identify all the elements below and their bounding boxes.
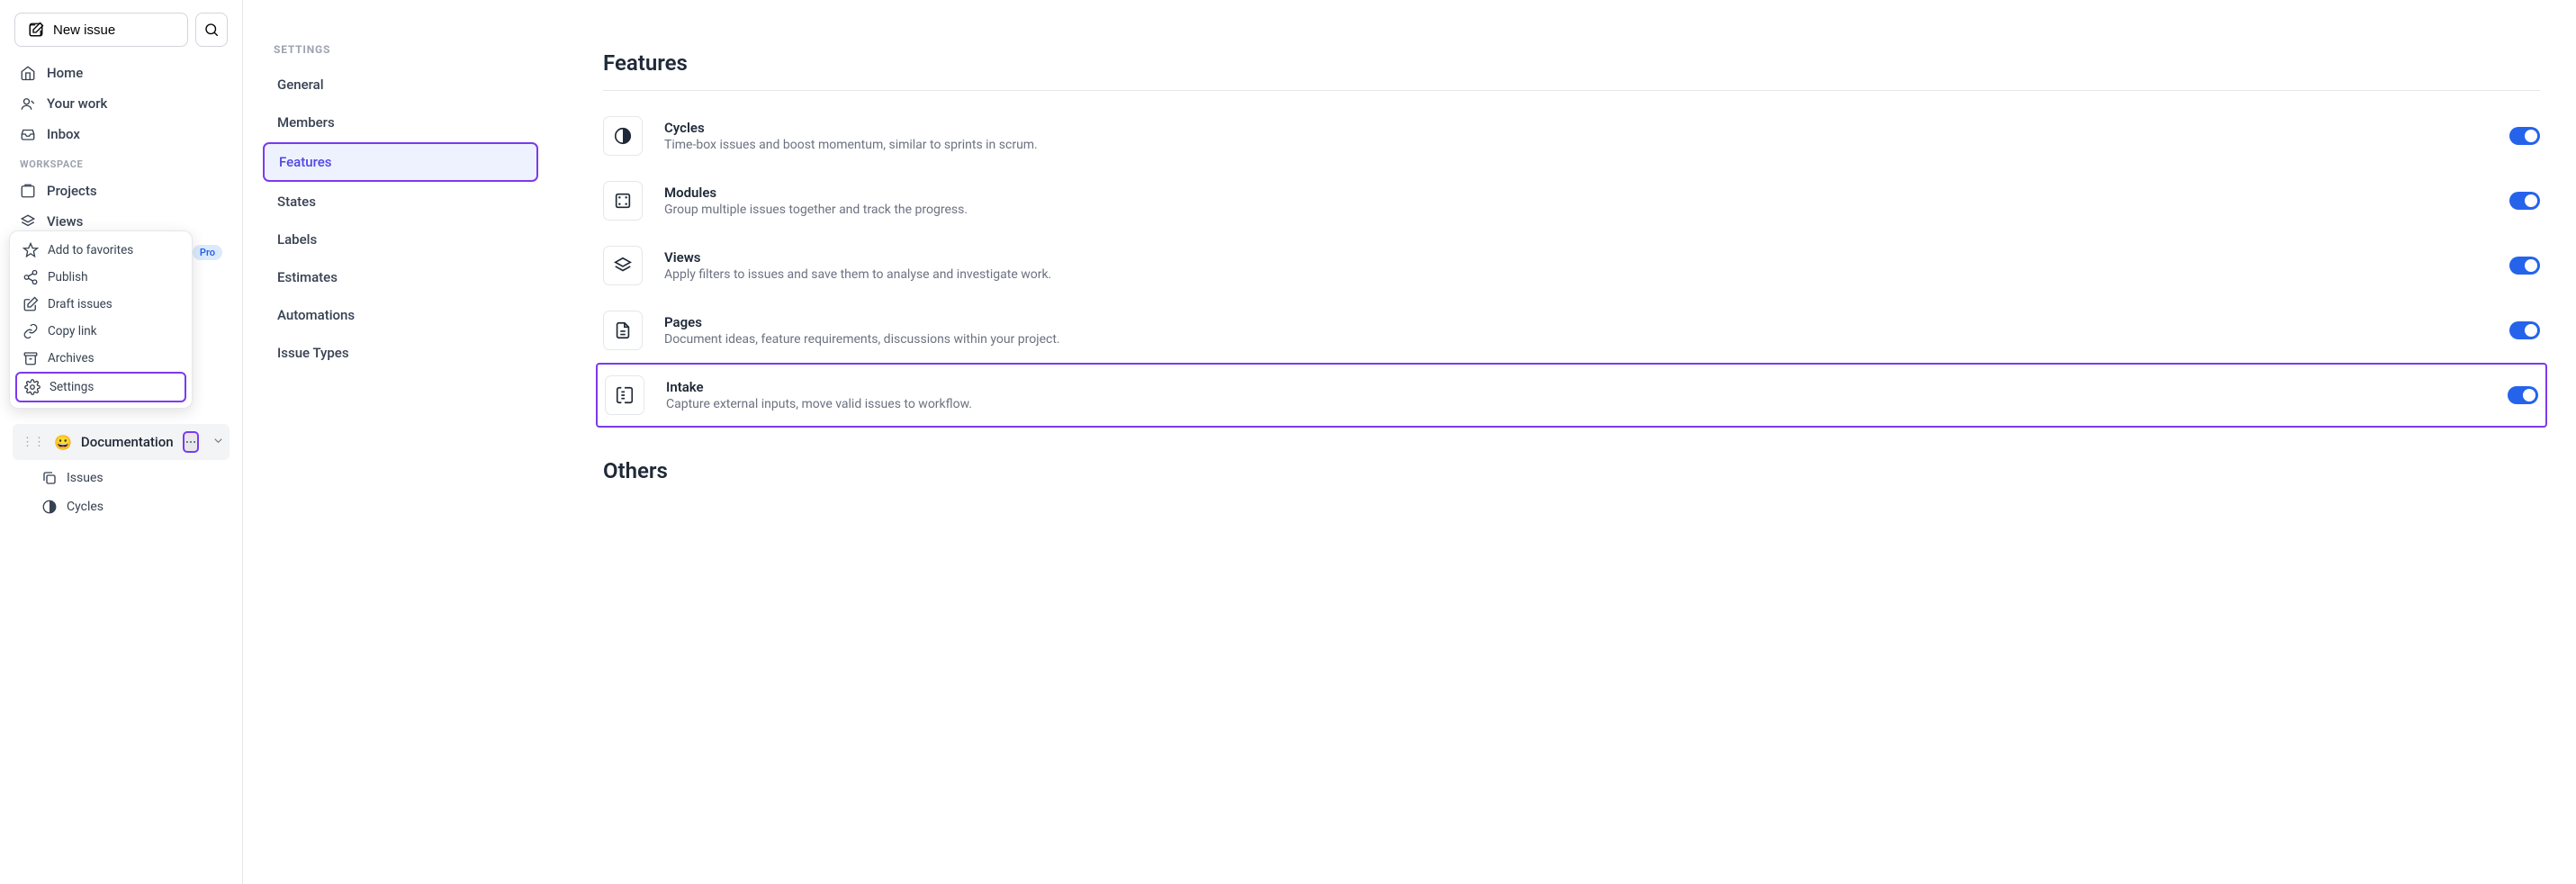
new-issue-button[interactable]: New issue (14, 13, 188, 47)
settings-general[interactable]: General (263, 67, 538, 103)
toggle-cycles[interactable] (2509, 127, 2540, 145)
feature-row-intake: Intake Capture external inputs, move val… (596, 363, 2547, 428)
toggle-views[interactable] (2509, 257, 2540, 275)
feature-description: Capture external inputs, move valid issu… (666, 397, 2486, 411)
your-work-icon (20, 95, 36, 112)
context-settings[interactable]: Settings (15, 372, 186, 402)
context-archives[interactable]: Archives (15, 345, 186, 372)
nav-home-label: Home (47, 65, 83, 81)
context-publish-label: Publish (48, 270, 88, 284)
feature-description: Time-box issues and boost momentum, simi… (664, 138, 2488, 152)
feature-title: Modules (664, 185, 2488, 201)
layers-icon (613, 256, 633, 275)
contrast-icon (613, 126, 633, 146)
nav-inbox-label: Inbox (47, 126, 80, 142)
feature-description: Document ideas, feature requirements, di… (664, 332, 2488, 347)
toggle-pages[interactable] (2509, 321, 2540, 339)
context-settings-label: Settings (50, 380, 94, 394)
project-documentation[interactable]: ⋮⋮ 😀 Documentation (13, 424, 230, 460)
others-section-title: Others (603, 458, 2540, 498)
feature-description: Apply filters to issues and save them to… (664, 267, 2488, 282)
gear-icon (24, 379, 41, 395)
feature-title: Views (664, 249, 2488, 266)
context-copy-link[interactable]: Copy link (15, 318, 186, 345)
context-publish[interactable]: Publish (15, 264, 186, 291)
dice-icon (613, 191, 633, 211)
project-sub-cycles[interactable]: Cycles (9, 492, 233, 521)
projects-icon (20, 183, 36, 199)
feature-title: Cycles (664, 120, 2488, 136)
search-button[interactable] (195, 13, 228, 47)
feature-icon-pages (603, 311, 643, 350)
settings-members[interactable]: Members (263, 104, 538, 140)
settings-heading: SETTINGS (263, 43, 538, 67)
more-horizontal-icon (185, 436, 197, 448)
feature-title: Pages (664, 314, 2488, 330)
project-name-label: Documentation (81, 434, 174, 450)
link-icon (23, 323, 39, 339)
feature-title: Intake (666, 379, 2486, 395)
nav-views-label: Views (47, 213, 83, 230)
feature-description: Group multiple issues together and track… (664, 203, 2488, 217)
project-expand-toggle[interactable] (212, 434, 225, 451)
chevron-down-icon (212, 434, 225, 447)
project-more-button[interactable] (183, 431, 199, 453)
project-sub-issues-label: Issues (67, 471, 104, 485)
settings-labels[interactable]: Labels (263, 221, 538, 257)
drag-handle-icon[interactable]: ⋮⋮ (22, 436, 45, 449)
star-icon (23, 242, 39, 258)
file-text-icon (613, 320, 633, 340)
edit-square-icon (28, 22, 44, 38)
feature-row-cycles: Cycles Time-box issues and boost momentu… (603, 104, 2540, 168)
toggle-modules[interactable] (2509, 192, 2540, 210)
context-menu: Add to favorites Publish Draft issues Co… (9, 230, 193, 409)
feature-row-modules: Modules Group multiple issues together a… (603, 168, 2540, 233)
feature-icon-modules (603, 181, 643, 221)
pro-badge: Pro (193, 245, 222, 260)
project-sub-cycles-label: Cycles (67, 500, 104, 514)
views-icon (20, 213, 36, 230)
edit-icon (23, 296, 39, 312)
toggle-intake[interactable] (2508, 386, 2538, 404)
inbox-icon (20, 126, 36, 142)
home-icon (20, 65, 36, 81)
copy-stack-icon (41, 470, 58, 486)
contrast-icon (41, 499, 58, 515)
page-title: Features (603, 50, 2540, 91)
settings-estimates[interactable]: Estimates (263, 259, 538, 295)
nav-inbox[interactable]: Inbox (9, 119, 233, 149)
intake-icon (615, 385, 635, 405)
settings-issue-types[interactable]: Issue Types (263, 335, 538, 371)
context-draft-label: Draft issues (48, 297, 113, 311)
search-icon (203, 22, 220, 38)
context-add-favorites[interactable]: Add to favorites (15, 237, 186, 264)
nav-projects[interactable]: Projects (9, 176, 233, 206)
nav-projects-label: Projects (47, 183, 97, 199)
context-copy-link-label: Copy link (48, 324, 97, 338)
archive-icon (23, 350, 39, 366)
project-emoji: 😀 (54, 434, 72, 451)
project-sub-issues[interactable]: Issues (9, 464, 233, 492)
context-archives-label: Archives (48, 351, 95, 365)
nav-your-work-label: Your work (47, 95, 107, 112)
nav-home[interactable]: Home (9, 58, 233, 88)
settings-nav: SETTINGS General Members Features States… (243, 0, 549, 884)
main-content: Features Cycles Time-box issues and boos… (549, 0, 2576, 884)
feature-row-pages: Pages Document ideas, feature requiremen… (603, 298, 2540, 363)
feature-icon-intake (605, 375, 644, 415)
feature-row-views: Views Apply filters to issues and save t… (603, 233, 2540, 298)
nav-your-work[interactable]: Your work (9, 88, 233, 119)
feature-icon-cycles (603, 116, 643, 156)
workspace-header: WORKSPACE (9, 149, 233, 176)
feature-icon-views (603, 246, 643, 285)
share-icon (23, 269, 39, 285)
settings-features[interactable]: Features (263, 142, 538, 182)
settings-automations[interactable]: Automations (263, 297, 538, 333)
context-draft-issues[interactable]: Draft issues (15, 291, 186, 318)
settings-states[interactable]: States (263, 184, 538, 220)
new-issue-label: New issue (53, 23, 115, 38)
sidebar: New issue Home Your work Inbox WORKSPACE… (0, 0, 243, 884)
context-favorites-label: Add to favorites (48, 243, 133, 257)
